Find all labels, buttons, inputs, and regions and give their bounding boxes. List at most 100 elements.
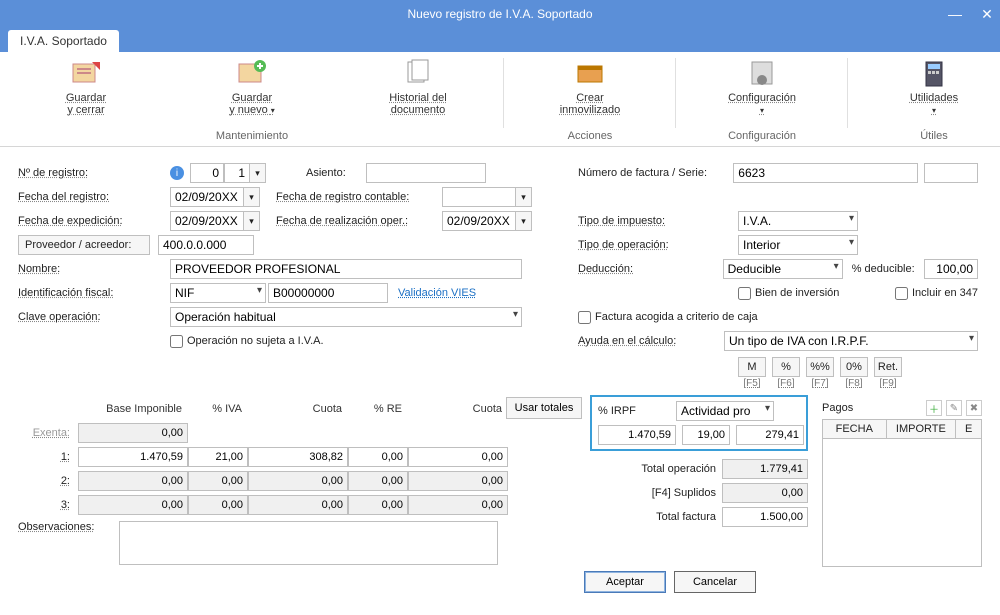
mini-ret-button[interactable]: Ret. <box>874 357 902 377</box>
suplidos-input[interactable] <box>722 483 808 503</box>
bien-inversion-checkbox[interactable]: Bien de inversión <box>738 287 839 300</box>
label-n-registro: Nº de registro: <box>18 167 170 179</box>
cuota3-input[interactable] <box>248 495 348 515</box>
tipo-impuesto-select[interactable]: I.V.A. <box>738 211 858 231</box>
deduccion-select[interactable]: Deducible <box>723 259 843 279</box>
hdr-base-imponible: Base Imponible <box>78 403 188 415</box>
minimize-button[interactable]: — <box>946 6 964 22</box>
th-fecha[interactable]: FECHA <box>823 420 887 439</box>
total-factura-input[interactable] <box>722 507 808 527</box>
re1-input[interactable] <box>348 447 408 467</box>
fecha-expedicion-input[interactable] <box>170 211 244 231</box>
pagos-table[interactable]: FECHA IMPORTE E <box>822 419 982 439</box>
tab-iva-soportado[interactable]: I.V.A. Soportado <box>8 30 119 52</box>
add-pago-icon[interactable]: ＋ <box>926 400 942 416</box>
window-title: Nuevo registro de I.V.A. Soportado <box>407 7 592 21</box>
ribbon-group-mantenimiento: Mantenimiento <box>4 130 500 144</box>
fecha-expedicion-dropdown[interactable]: ▾ <box>244 211 260 231</box>
th-importe[interactable]: IMPORTE <box>886 420 956 439</box>
fecha-registro-input[interactable] <box>170 187 244 207</box>
base2-input[interactable] <box>78 471 188 491</box>
mini-pct-button[interactable]: % <box>772 357 800 377</box>
th-e[interactable]: E <box>956 420 982 439</box>
configuracion-button[interactable]: Configuración▾ <box>680 54 844 119</box>
guardar-cerrar-button[interactable]: Guardar y cerrar <box>4 54 168 119</box>
ribbon: Guardar y cerrar Guardar y nuevo ▾ Histo… <box>0 52 1000 147</box>
save-close-icon <box>70 58 102 90</box>
save-new-icon <box>236 58 268 90</box>
hint-f9: [F9] <box>874 378 902 389</box>
clave-op-select[interactable]: Operación habitual <box>170 307 522 327</box>
label-id-fiscal: Identificación fiscal: <box>18 287 170 299</box>
cancelar-button[interactable]: Cancelar <box>674 571 756 593</box>
label-asiento: Asiento: <box>306 167 366 179</box>
ribbon-group-utiles: Útiles <box>852 130 1000 144</box>
hdr-pct-iva: % IVA <box>188 403 248 415</box>
guardar-nuevo-button[interactable]: Guardar y nuevo ▾ <box>170 54 334 119</box>
op-no-sujeta-checkbox[interactable]: Operación no sujeta a I.V.A. <box>170 335 324 348</box>
mini-0pct-button[interactable]: 0% <box>840 357 868 377</box>
incluir-347-checkbox[interactable]: Incluir en 347 <box>895 287 978 300</box>
irpf-pct-input[interactable] <box>682 425 730 445</box>
close-button[interactable]: ✕ <box>978 6 996 23</box>
aceptar-button[interactable]: Aceptar <box>584 571 666 593</box>
calculator-icon <box>918 58 950 90</box>
re2-input[interactable] <box>348 471 408 491</box>
label-exenta: Exenta: <box>18 427 78 439</box>
id-fiscal-tipo-select[interactable]: NIF <box>170 283 266 303</box>
exenta-input[interactable] <box>78 423 188 443</box>
base3-input[interactable] <box>78 495 188 515</box>
n-registro-a-input[interactable] <box>190 163 224 183</box>
fecha-reg-contable-input[interactable] <box>442 187 516 207</box>
id-fiscal-num-input[interactable] <box>268 283 388 303</box>
usar-totales-button[interactable]: Usar totales <box>506 397 582 419</box>
cuota2-input[interactable] <box>248 471 348 491</box>
info-icon[interactable]: i <box>170 166 184 180</box>
utilidades-button[interactable]: Utilidades▾ <box>852 54 1000 119</box>
cuota1-input[interactable] <box>248 447 348 467</box>
irpf-box: % IRPF Actividad pro <box>590 395 808 451</box>
actividad-pro-select[interactable]: Actividad pro <box>676 401 774 421</box>
validacion-vies-link[interactable]: Validación VIES <box>398 287 476 299</box>
factura-criterio-caja-checkbox[interactable]: Factura acogida a criterio de caja <box>578 311 758 324</box>
tipo-operacion-select[interactable]: Interior <box>738 235 858 255</box>
ribbon-group-acciones: Acciones <box>508 130 672 144</box>
irpf-cuota-input[interactable] <box>736 425 804 445</box>
fecha-registro-dropdown[interactable]: ▾ <box>244 187 260 207</box>
fecha-real-oper-dropdown[interactable]: ▾ <box>516 211 532 231</box>
cuotare1-input[interactable] <box>408 447 508 467</box>
proveedor-input[interactable] <box>158 235 254 255</box>
base1-input[interactable] <box>78 447 188 467</box>
iva3-input[interactable] <box>188 495 248 515</box>
fecha-real-oper-input[interactable] <box>442 211 516 231</box>
crear-inmovilizado-button[interactable]: Crear inmovilizado <box>508 54 672 118</box>
label-num-factura: Número de factura / Serie: <box>578 167 733 179</box>
hint-f8: [F8] <box>840 378 868 389</box>
edit-pago-icon[interactable]: ✎ <box>946 400 962 416</box>
ayuda-calculo-select[interactable]: Un tipo de IVA con I.R.P.F. <box>724 331 978 351</box>
irpf-base-input[interactable] <box>598 425 676 445</box>
pagos-body[interactable] <box>822 439 982 567</box>
n-registro-b-input[interactable] <box>224 163 250 183</box>
mini-m-button[interactable]: M <box>738 357 766 377</box>
asiento-input[interactable] <box>366 163 486 183</box>
observaciones-input[interactable] <box>119 521 498 565</box>
re3-input[interactable] <box>348 495 408 515</box>
delete-pago-icon[interactable]: ✖ <box>966 400 982 416</box>
iva2-input[interactable] <box>188 471 248 491</box>
num-factura-input[interactable] <box>733 163 918 183</box>
historial-button[interactable]: Historial del documento <box>336 54 500 119</box>
hint-f5: [F5] <box>738 378 766 389</box>
hint-f7: [F7] <box>806 378 834 389</box>
fecha-reg-contable-dropdown[interactable]: ▾ <box>516 187 532 207</box>
serie-input[interactable] <box>924 163 978 183</box>
mini-pctpct-button[interactable]: %% <box>806 357 834 377</box>
iva1-input[interactable] <box>188 447 248 467</box>
nombre-input[interactable] <box>170 259 522 279</box>
pct-deducible-input[interactable] <box>924 259 978 279</box>
n-registro-dropdown[interactable]: ▾ <box>250 163 266 183</box>
label-suplidos: [F4] Suplidos <box>606 487 716 499</box>
label-proveedor[interactable]: Proveedor / acreedor: <box>18 235 150 255</box>
cuotare2-input[interactable] <box>408 471 508 491</box>
cuotare3-input[interactable] <box>408 495 508 515</box>
